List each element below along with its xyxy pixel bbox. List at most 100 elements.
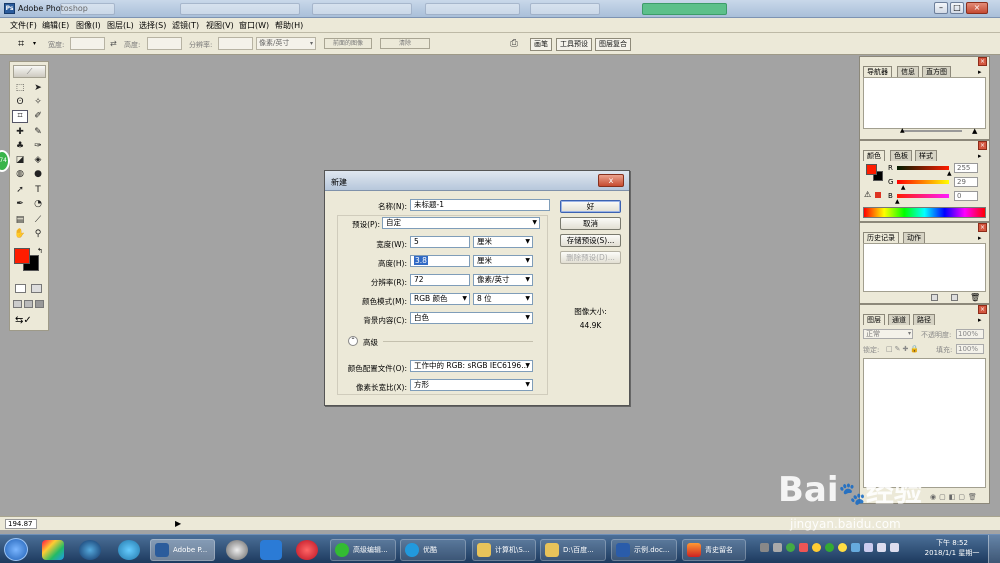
swap-colors-icon[interactable]: ↰ bbox=[37, 247, 43, 255]
zoom-out-icon[interactable]: ▲ bbox=[900, 127, 905, 134]
color-spectrum-bar[interactable] bbox=[863, 207, 986, 218]
jump-to-imageready-icon[interactable]: ⇆✓ bbox=[15, 315, 32, 326]
foreground-color-swatch[interactable] bbox=[14, 248, 30, 264]
status-menu-arrow-icon[interactable]: ▶ bbox=[175, 519, 181, 528]
close-button[interactable]: × bbox=[966, 2, 988, 14]
panel-menu-icon[interactable]: ▸ bbox=[978, 152, 982, 160]
move-tool-icon[interactable]: ➤ bbox=[30, 82, 46, 95]
name-input[interactable]: 未标题-1 bbox=[410, 199, 550, 211]
crop-tool-icon[interactable]: ⌗ bbox=[12, 110, 28, 123]
tab-history[interactable]: 历史记录 bbox=[863, 232, 899, 243]
resolution-input[interactable]: 72 bbox=[410, 274, 470, 286]
menu-image[interactable]: 图像(I) bbox=[76, 20, 101, 31]
height-unit-select[interactable]: 厘米 ▼ bbox=[473, 255, 533, 267]
tray-app-icon[interactable] bbox=[799, 543, 808, 552]
tray-app-icon[interactable] bbox=[812, 543, 821, 552]
taskbar-clock[interactable]: 下午 8:52 2018/1/1 星期一 bbox=[922, 538, 982, 558]
show-desktop-button[interactable] bbox=[988, 535, 1000, 563]
gamut-color-chip[interactable] bbox=[875, 192, 881, 198]
player-app-icon[interactable] bbox=[296, 540, 318, 560]
chevron-down-icon[interactable]: ▾ bbox=[33, 40, 36, 47]
pen-tool-icon[interactable]: ✒ bbox=[12, 198, 28, 211]
green-slider-thumb[interactable]: ▲ bbox=[901, 184, 906, 191]
menu-edit[interactable]: 编辑(E) bbox=[42, 20, 69, 31]
taskbar-item-editor[interactable]: 高级编辑... bbox=[330, 539, 396, 561]
new-document-from-state-icon[interactable] bbox=[931, 294, 938, 301]
history-list[interactable] bbox=[863, 243, 986, 292]
color-profile-select[interactable]: 工作中的 RGB: sRGB IEC6196... ▼ bbox=[410, 360, 533, 372]
blue-slider-thumb[interactable]: ▲ bbox=[895, 198, 900, 205]
tab-styles[interactable]: 样式 bbox=[915, 150, 937, 161]
tab-navigator[interactable]: 导航器 bbox=[863, 66, 892, 77]
menu-help[interactable]: 帮助(H) bbox=[275, 20, 303, 31]
menu-layer[interactable]: 图层(L) bbox=[107, 20, 134, 31]
taskbar-item-game[interactable]: 青史留名 bbox=[682, 539, 746, 561]
minimize-button[interactable]: – bbox=[934, 2, 948, 14]
tray-keyboard-icon[interactable] bbox=[760, 543, 769, 552]
tab-swatches[interactable]: 色板 bbox=[890, 150, 912, 161]
advanced-toggle-icon[interactable]: ⌃ bbox=[348, 336, 358, 346]
dialog-close-button[interactable]: x bbox=[598, 174, 624, 187]
height-input[interactable]: 3.8 bbox=[410, 255, 470, 267]
quick-mask-icon[interactable] bbox=[31, 284, 42, 293]
app-pin-icon[interactable] bbox=[42, 540, 64, 560]
taskbar-item-computer-folder[interactable]: 计算机\S... bbox=[472, 539, 536, 561]
panel-close-icon[interactable]: × bbox=[978, 57, 987, 66]
type-tool-icon[interactable]: T bbox=[30, 184, 46, 197]
width-unit-select[interactable]: 厘米 ▼ bbox=[473, 236, 533, 248]
palette-well-layer-comps[interactable]: 图层复合 bbox=[595, 38, 631, 51]
color-mode-select[interactable]: RGB 颜色 ▼ bbox=[410, 293, 470, 305]
history-brush-tool-icon[interactable]: ✑ bbox=[30, 140, 46, 153]
taskbar-item-baidu-folder[interactable]: D:\百度... bbox=[540, 539, 606, 561]
blue-value-input[interactable]: 0 bbox=[954, 191, 978, 201]
menu-window[interactable]: 窗口(W) bbox=[239, 20, 269, 31]
paint-bucket-tool-icon[interactable]: ◈ bbox=[30, 154, 46, 167]
layers-list[interactable] bbox=[863, 358, 986, 488]
panel-menu-icon[interactable]: ▸ bbox=[978, 68, 982, 76]
screen-mode-full-icon[interactable] bbox=[35, 300, 44, 308]
navigator-preview[interactable] bbox=[863, 77, 986, 129]
tab-info[interactable]: 信息 bbox=[897, 66, 919, 77]
printer-icon[interactable]: ⎙ bbox=[510, 38, 518, 49]
shape-tool-icon[interactable]: ◔ bbox=[30, 198, 46, 211]
tab-actions[interactable]: 动作 bbox=[903, 232, 925, 243]
opacity-input[interactable]: 100% bbox=[956, 329, 984, 339]
hand-tool-icon[interactable]: ✋ bbox=[12, 228, 28, 241]
grid-app-icon[interactable] bbox=[260, 540, 282, 560]
save-preset-button[interactable]: 存储预设(S)... bbox=[560, 234, 621, 247]
panel-menu-icon[interactable]: ▸ bbox=[978, 316, 982, 324]
palette-well-tool-presets[interactable]: 工具预设 bbox=[556, 38, 592, 51]
maximize-button[interactable]: □ bbox=[950, 2, 964, 14]
resolution-unit-select[interactable]: 像素/英寸 ▼ bbox=[473, 274, 533, 286]
trash-icon[interactable]: 🗑 bbox=[970, 293, 980, 302]
eyedropper-tool-icon[interactable]: ⟋ bbox=[30, 214, 46, 227]
blue-slider-track[interactable] bbox=[897, 194, 949, 198]
swap-icon[interactable]: ⇄ bbox=[110, 39, 117, 48]
slice-tool-icon[interactable]: ✐ bbox=[30, 110, 46, 123]
menu-filter[interactable]: 滤镜(T) bbox=[172, 20, 199, 31]
clear-button[interactable]: 清除 bbox=[380, 38, 430, 49]
menu-select[interactable]: 选择(S) bbox=[139, 20, 166, 31]
taskbar-item-word-doc[interactable]: 示例.doc... bbox=[611, 539, 677, 561]
standard-mode-icon[interactable] bbox=[15, 284, 26, 293]
lock-icons[interactable]: □✎✚🔒 bbox=[886, 345, 921, 353]
preset-select[interactable]: 自定 ▼ bbox=[382, 217, 540, 229]
delete-preset-button[interactable]: 删除预设(D)... bbox=[560, 251, 621, 264]
screen-mode-standard-icon[interactable] bbox=[13, 300, 22, 308]
background-contents-select[interactable]: 白色 ▼ bbox=[410, 312, 533, 324]
layer-actions-icons[interactable]: ◉▢◧▢🗑 bbox=[930, 493, 980, 501]
red-slider-track[interactable] bbox=[897, 166, 949, 170]
zoom-in-icon[interactable]: ▲ bbox=[972, 127, 977, 135]
tray-volume-icon[interactable] bbox=[890, 543, 899, 552]
panel-close-icon[interactable]: × bbox=[978, 305, 987, 314]
front-image-button[interactable]: 前面的图像 bbox=[324, 38, 372, 49]
gamut-warning-icon[interactable]: ⚠ bbox=[864, 190, 871, 199]
crop-tool-icon[interactable]: ⌗ bbox=[18, 37, 24, 51]
green-value-input[interactable]: 29 bbox=[954, 177, 978, 187]
tab-layers[interactable]: 图层 bbox=[863, 314, 885, 325]
red-value-input[interactable]: 255 bbox=[954, 163, 978, 173]
taskbar-item-youku[interactable]: 优酷 bbox=[400, 539, 466, 561]
fill-input[interactable]: 100% bbox=[956, 344, 984, 354]
menu-file[interactable]: 文件(F) bbox=[10, 20, 37, 31]
height-input[interactable] bbox=[147, 37, 182, 50]
